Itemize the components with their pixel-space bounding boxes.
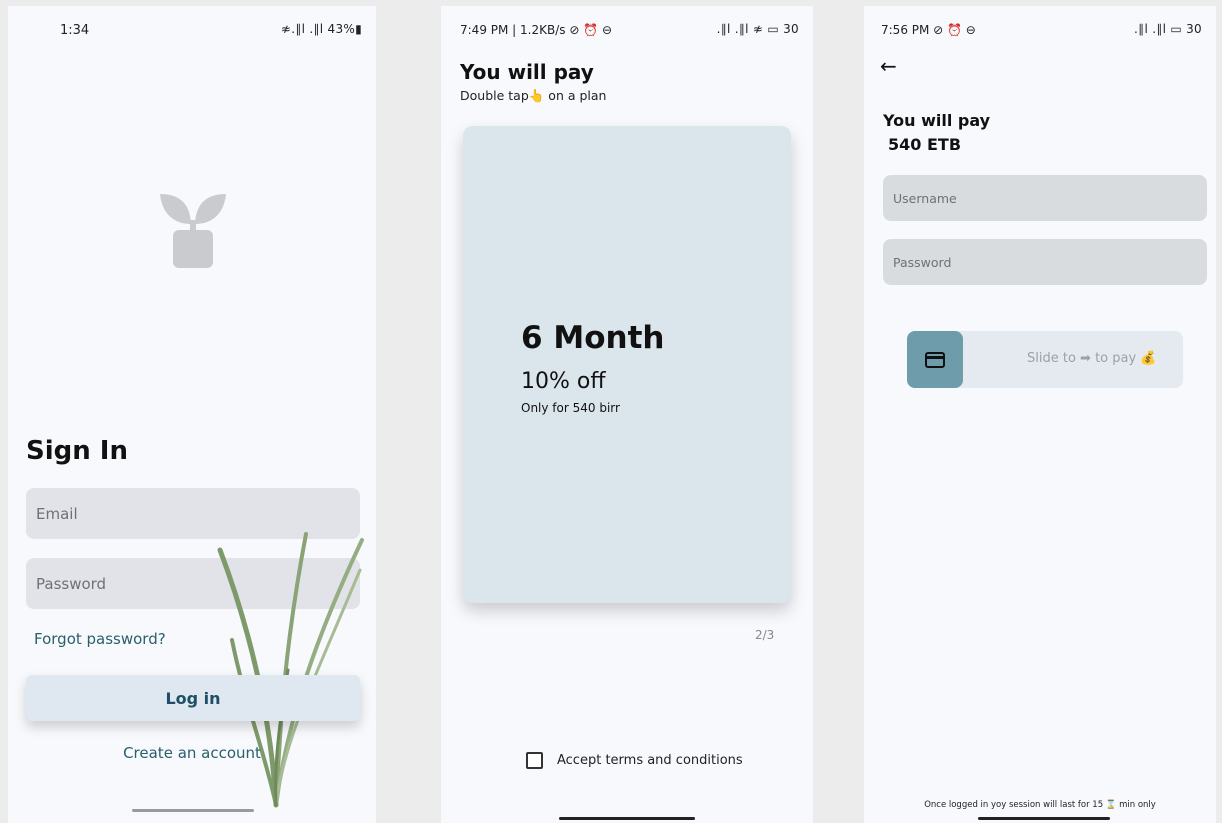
email-placeholder: Email [36, 504, 78, 523]
page-title: Sign In [26, 436, 128, 466]
forgot-password-link[interactable]: Forgot password? [34, 630, 166, 648]
create-account-link[interactable]: Create an account [8, 744, 376, 762]
plan-selection-screen: 7:49 PM | 1.2KB/s ⊘ ⏰ ⊖ .∥l .∥l ≉ ▭ 30 Y… [441, 6, 813, 823]
stage: 1:34 ≉.∥l .∥l 43%▮ Sign In Email Passwor… [0, 0, 1222, 823]
plan-discount: 10% off [521, 369, 606, 394]
status-indicators: ≉.∥l .∥l 43%▮ [280, 22, 362, 36]
status-time: 7:56 PM ⊘ ⏰ ⊖ [881, 23, 976, 37]
password-placeholder: Password [36, 574, 107, 593]
page-subtitle: Double tap👆 on a plan [460, 88, 607, 103]
decorative-plant [217, 532, 364, 808]
home-indicator [132, 809, 254, 812]
terms-checkbox[interactable] [526, 752, 543, 769]
session-note: Once logged in yoy session will last for… [924, 800, 1156, 810]
payment-amount: 540 ETB [888, 135, 962, 154]
sign-in-screen: 1:34 ≉.∥l .∥l 43%▮ Sign In Email Passwor… [8, 6, 376, 823]
status-time: 1:34 [60, 23, 90, 38]
home-indicator [559, 817, 695, 820]
status-time: 7:49 PM | 1.2KB/s ⊘ ⏰ ⊖ [460, 23, 612, 37]
slider-label: Slide to ➡ to pay 💰 [1027, 351, 1157, 366]
slide-to-pay[interactable]: Slide to ➡ to pay 💰 [907, 331, 1183, 388]
password-field[interactable]: Password [883, 239, 1207, 285]
plan-price: Only for 540 birr [521, 401, 620, 415]
page-title: You will pay [460, 60, 594, 84]
home-indicator [978, 817, 1110, 820]
page-title: You will pay [883, 111, 991, 130]
username-field[interactable]: Username [883, 175, 1207, 221]
plan-name: 6 Month [521, 320, 665, 356]
plan-card[interactable]: 6 Month 10% off Only for 540 birr [463, 126, 791, 603]
slider-handle[interactable] [907, 331, 963, 388]
status-bar: 1:34 ≉.∥l .∥l 43%▮ [8, 6, 376, 46]
back-arrow-icon[interactable]: ← [880, 54, 897, 78]
terms-label[interactable]: Accept terms and conditions [557, 753, 743, 768]
plant-logo-icon [160, 194, 226, 268]
page-indicator: 2/3 [755, 628, 775, 642]
password-placeholder: Password [893, 254, 952, 270]
username-placeholder: Username [893, 190, 957, 206]
credit-card-icon [925, 351, 945, 368]
login-button[interactable]: Log in [26, 675, 360, 721]
payment-screen: 7:56 PM ⊘ ⏰ ⊖ .∥l .∥l ▭ 30 ← You will pa… [864, 6, 1216, 823]
status-indicators: .∥l .∥l ≉ ▭ 30 [716, 22, 799, 36]
status-indicators: .∥l .∥l ▭ 30 [1134, 22, 1202, 36]
status-bar: 7:49 PM | 1.2KB/s ⊘ ⏰ ⊖ .∥l .∥l ≉ ▭ 30 [441, 6, 813, 46]
status-bar: 7:56 PM ⊘ ⏰ ⊖ .∥l .∥l ▭ 30 [864, 6, 1216, 46]
